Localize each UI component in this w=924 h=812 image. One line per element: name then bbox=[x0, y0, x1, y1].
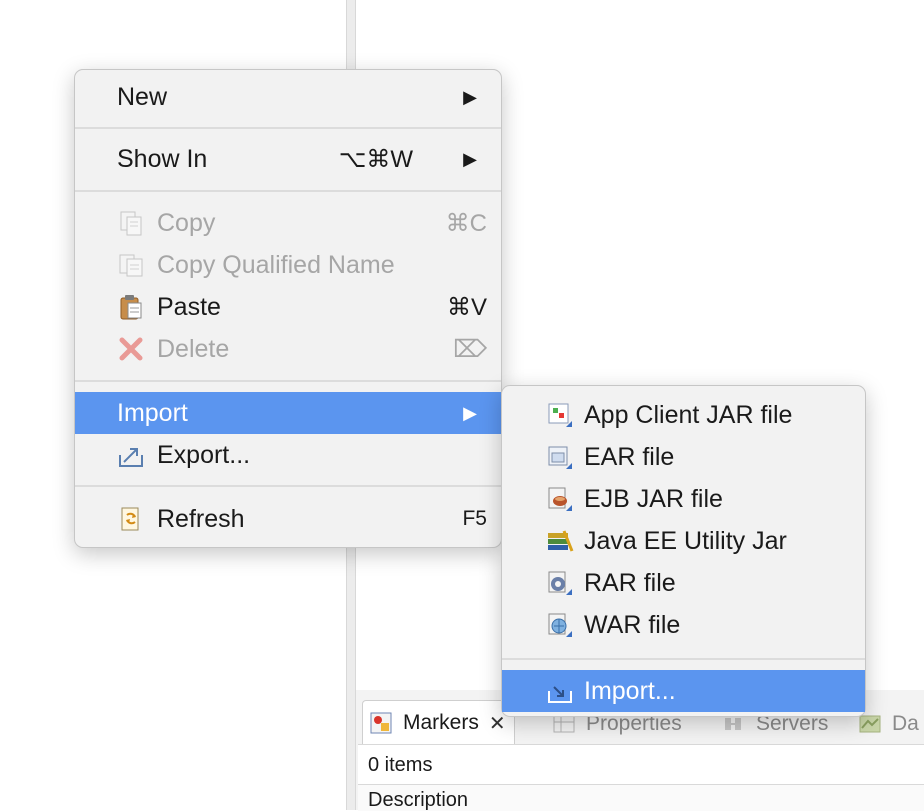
tab-data-source[interactable]: Da bbox=[858, 704, 919, 744]
context-menu: New ▶ Show In ⌥⌘W ▶ Copy ⌘C Copy Qualifi… bbox=[74, 69, 502, 548]
menu-item-label: Delete bbox=[157, 334, 230, 363]
submenu-item-label: EJB JAR file bbox=[584, 484, 723, 513]
menu-separator bbox=[75, 485, 501, 487]
menu-item-label: Refresh bbox=[157, 504, 245, 533]
copy-icon bbox=[120, 211, 142, 236]
menu-item-shortcut: ⌥⌘W bbox=[338, 145, 413, 173]
submenu-item-rar-file[interactable]: RAR file bbox=[502, 562, 865, 604]
submenu-item-label: EAR file bbox=[584, 442, 675, 471]
java-ee-utility-jar-icon bbox=[548, 530, 574, 552]
submenu-arrow-icon: ▶ bbox=[463, 86, 477, 107]
submenu-item-label: WAR file bbox=[584, 610, 681, 639]
menu-item-new[interactable]: New ▶ bbox=[75, 76, 501, 118]
submenu-item-ejb-jar[interactable]: EJB JAR file bbox=[502, 478, 865, 520]
menu-item-label: Show In bbox=[117, 144, 208, 173]
menu-item-shortcut: ⌘C bbox=[445, 209, 487, 237]
submenu-item-war-file[interactable]: WAR file bbox=[502, 604, 865, 646]
menu-item-refresh[interactable]: Refresh F5 bbox=[75, 498, 501, 540]
war-file-icon bbox=[548, 613, 572, 637]
import-wizard-icon bbox=[548, 686, 572, 703]
submenu-item-label: Import... bbox=[584, 676, 676, 705]
submenu-item-app-client-jar[interactable]: App Client JAR file bbox=[502, 394, 865, 436]
menu-item-shortcut: ⌦ bbox=[453, 335, 487, 363]
menu-item-label: Import bbox=[117, 398, 188, 427]
menu-item-label: Export... bbox=[157, 440, 251, 469]
submenu-item-import-wizard[interactable]: Import... bbox=[502, 670, 865, 712]
submenu-item-java-ee-utility-jar[interactable]: Java EE Utility Jar bbox=[502, 520, 865, 562]
submenu-item-ear-file[interactable]: EAR file bbox=[502, 436, 865, 478]
items-count: 0 items bbox=[368, 754, 433, 776]
refresh-icon bbox=[121, 507, 139, 531]
export-icon bbox=[119, 448, 143, 467]
menu-item-copy[interactable]: Copy ⌘C bbox=[75, 202, 501, 244]
copy-qualified-name-icon bbox=[119, 254, 143, 277]
description-column-label: Description bbox=[368, 789, 469, 811]
menu-item-shortcut: F5 bbox=[462, 507, 487, 530]
markers-icon bbox=[369, 711, 393, 735]
submenu-arrow-icon: ▶ bbox=[463, 148, 477, 169]
rar-file-icon bbox=[548, 571, 572, 595]
menu-item-import[interactable]: Import ▶ bbox=[75, 392, 501, 434]
menu-separator bbox=[75, 380, 501, 382]
menu-item-show-in[interactable]: Show In ⌥⌘W ▶ bbox=[75, 138, 501, 180]
ejb-jar-icon bbox=[548, 487, 572, 511]
menu-item-copy-qualified-name[interactable]: Copy Qualified Name bbox=[75, 244, 501, 286]
menu-separator bbox=[75, 190, 501, 192]
menu-item-label: Copy bbox=[157, 208, 216, 237]
tab-data-source-label: Da bbox=[892, 712, 919, 735]
menu-separator bbox=[75, 127, 501, 129]
app-client-jar-icon bbox=[548, 403, 572, 427]
menu-item-label: Paste bbox=[157, 292, 221, 321]
tab-markers-label: Markers bbox=[403, 711, 479, 734]
ear-file-icon bbox=[548, 446, 572, 469]
submenu-item-label: RAR file bbox=[584, 568, 676, 597]
paste-icon bbox=[120, 295, 142, 320]
menu-item-delete[interactable]: Delete ⌦ bbox=[75, 328, 501, 370]
delete-icon bbox=[119, 337, 143, 361]
submenu-item-label: App Client JAR file bbox=[584, 400, 793, 429]
menu-item-shortcut: ⌘V bbox=[446, 293, 487, 321]
tab-markers[interactable]: Markers ✕ bbox=[362, 700, 515, 745]
menu-item-label: Copy Qualified Name bbox=[157, 250, 395, 279]
import-submenu: App Client JAR file EAR file EJB JAR fil… bbox=[501, 385, 866, 717]
menu-separator bbox=[502, 658, 865, 660]
menu-item-paste[interactable]: Paste ⌘V bbox=[75, 286, 501, 328]
description-column-header[interactable]: Description bbox=[358, 784, 924, 811]
menu-item-export[interactable]: Export... bbox=[75, 434, 501, 476]
submenu-item-label: Java EE Utility Jar bbox=[584, 526, 787, 555]
submenu-arrow-icon: ▶ bbox=[463, 402, 477, 423]
menu-item-label: New bbox=[117, 82, 168, 111]
